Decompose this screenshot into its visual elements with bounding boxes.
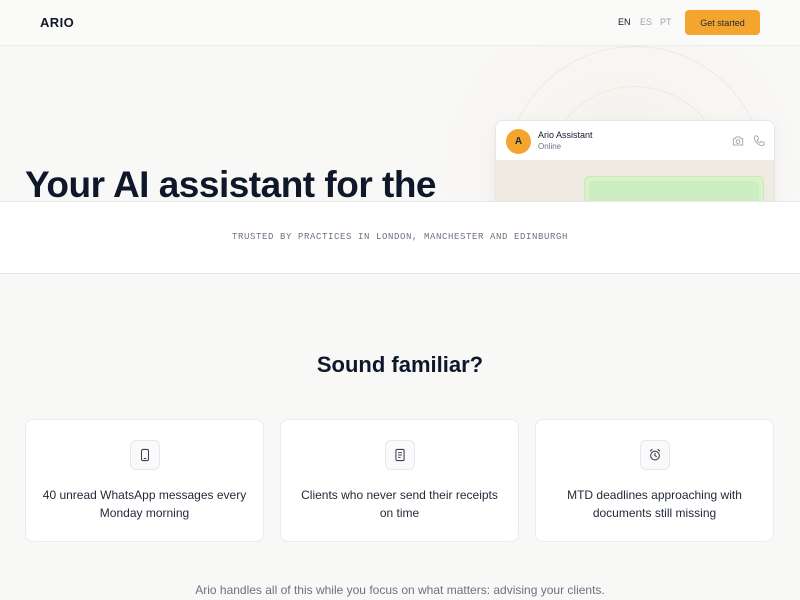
phone-icon[interactable] [752,134,766,148]
card-text: MTD deadlines approaching with documents… [567,488,742,520]
hero-title: Your AI assistant for the [25,164,437,201]
pain-card: MTD deadlines approaching with documents… [535,419,774,542]
avatar: A [506,129,531,154]
card-icon-box [640,440,670,470]
site-header: ARIO EN ES PT Get started [0,0,800,46]
card-text: 40 unread WhatsApp messages every Monday… [42,488,247,520]
contact-name: Ario Assistant [538,130,593,140]
pain-card: Clients who never send their receipts on… [280,419,519,542]
get-started-button[interactable]: Get started [685,10,760,35]
section-footer-text: Ario handles all of this while you focus… [195,583,605,597]
section-title: Sound familiar? [316,352,484,377]
card-icon-box [385,440,415,470]
chat-bubble [584,176,764,201]
chat-header: A Ario Assistant Online [496,121,774,161]
smartphone-icon [140,448,150,462]
chat-preview: A Ario Assistant Online [495,120,775,201]
receipt-icon [395,448,405,462]
lang-en[interactable]: EN [618,17,631,27]
pain-card: 40 unread WhatsApp messages every Monday… [25,419,264,542]
card-text: Clients who never send their receipts on… [301,488,498,520]
logo[interactable]: ARIO [40,15,74,30]
alarm-clock-icon [649,448,661,461]
lang-es[interactable]: ES [640,17,652,27]
trusted-band: TRUSTED BY PRACTICES IN LONDON, MANCHEST… [0,201,800,274]
camera-icon[interactable] [731,134,745,148]
lang-pt[interactable]: PT [660,17,672,27]
chat-background [496,161,774,201]
contact-status: Online [538,142,562,151]
chat-attachment [589,181,759,201]
card-icon-box [130,440,160,470]
hero-section: Your AI assistant for the A Ario Assista… [0,46,800,201]
trusted-text: TRUSTED BY PRACTICES IN LONDON, MANCHEST… [231,232,569,242]
